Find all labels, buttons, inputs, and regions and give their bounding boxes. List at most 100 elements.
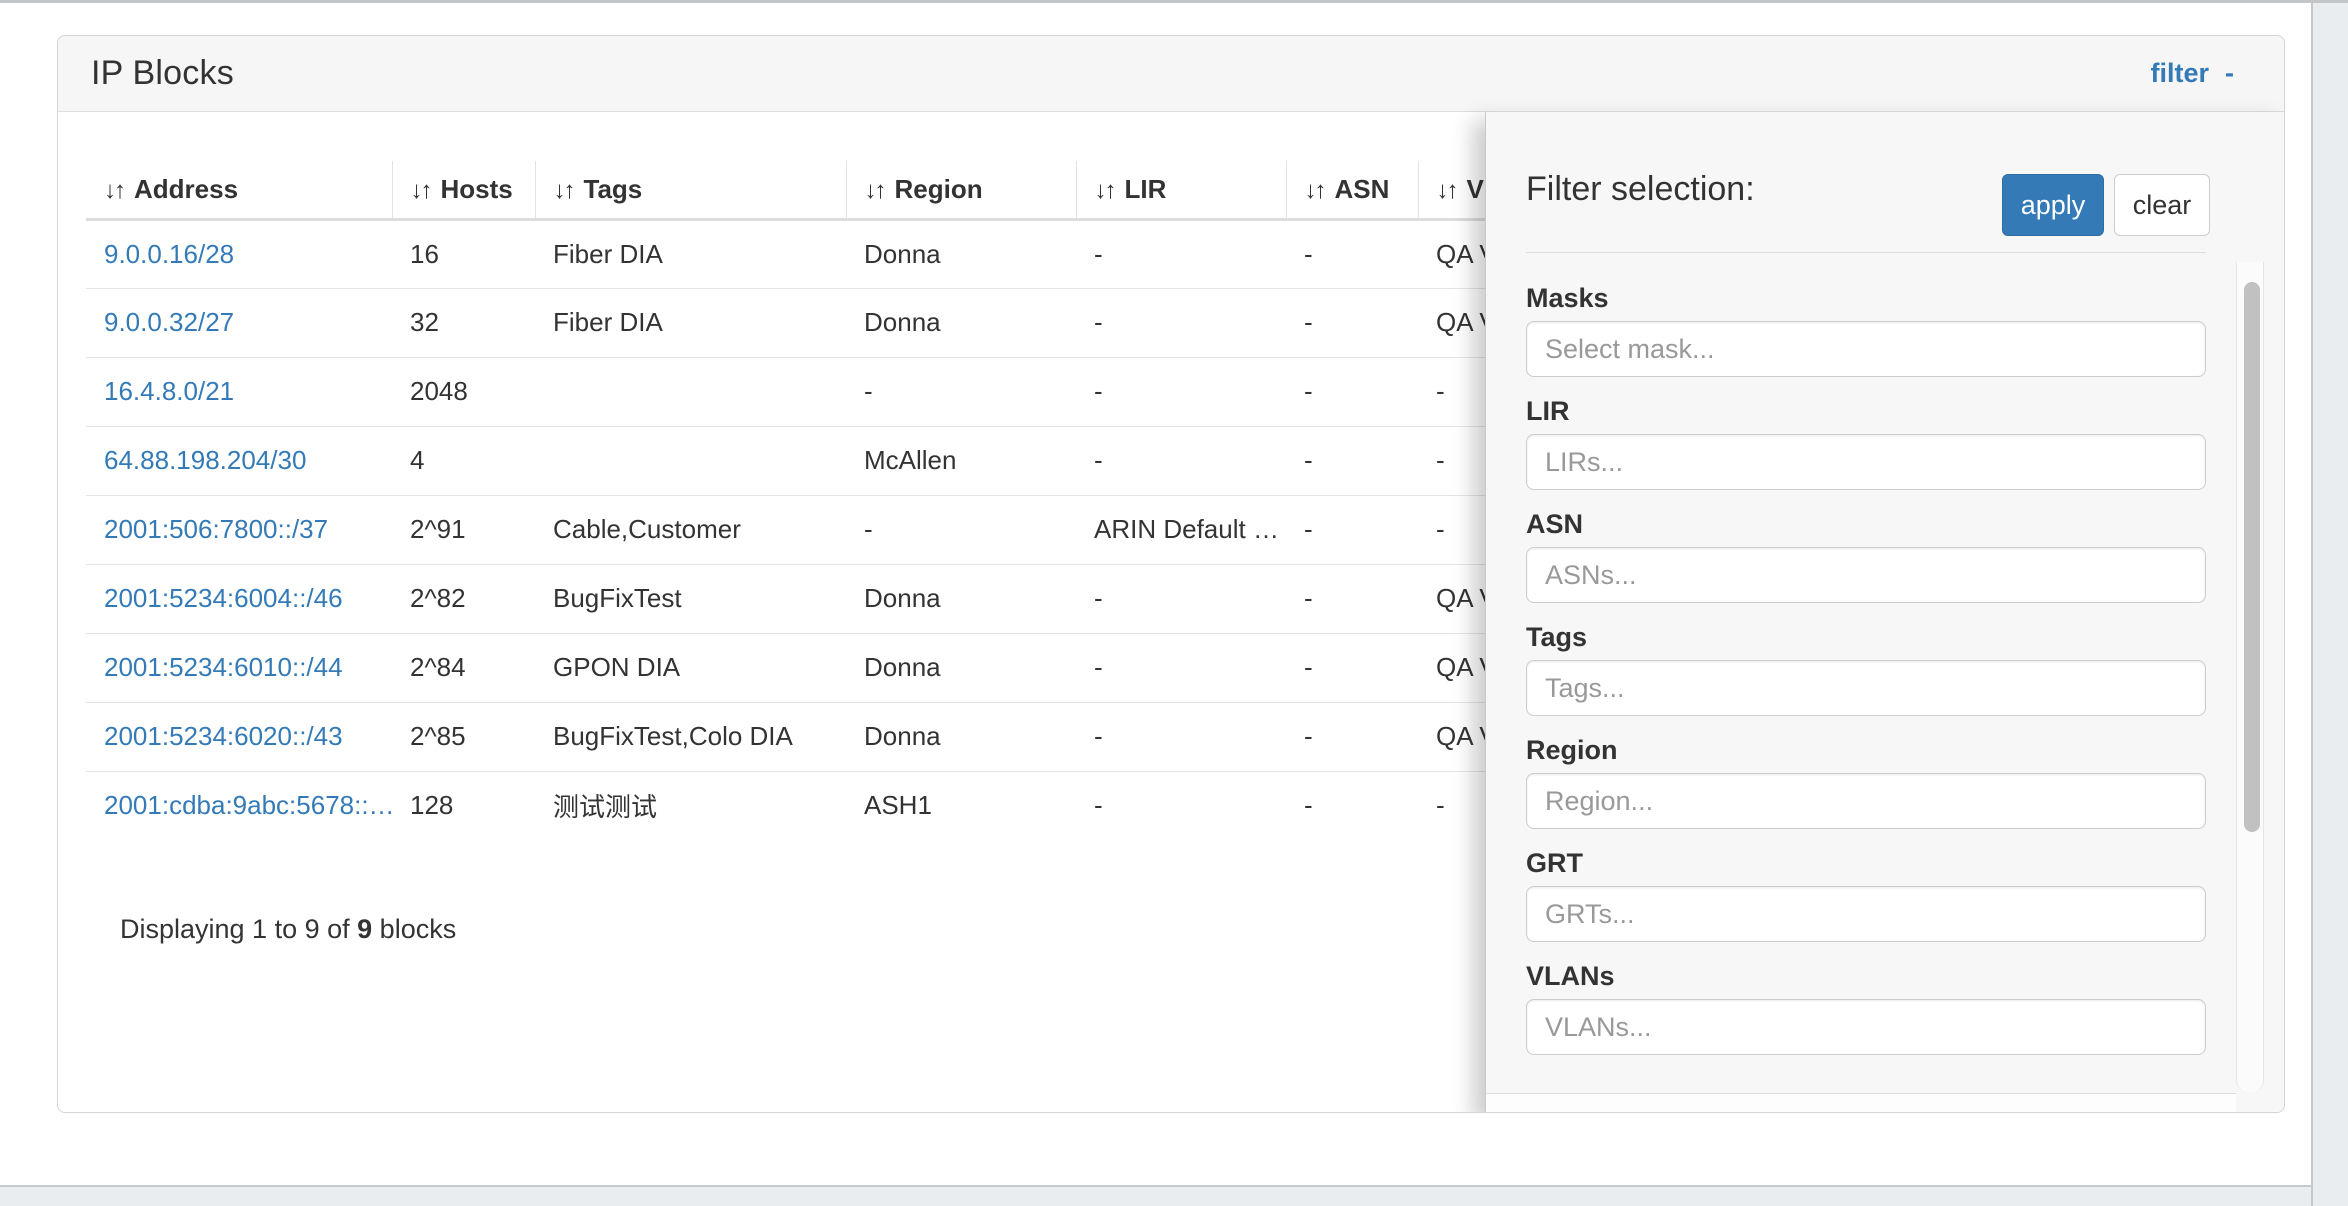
cell-tags [535, 357, 846, 426]
column-header[interactable]: ↓↑ Hosts [392, 161, 535, 219]
cell-lir: - [1076, 219, 1286, 288]
cell-region: Donna [846, 564, 1076, 633]
filter-field-label: GRT [1526, 849, 2206, 877]
address-link[interactable]: 2001:5234:6004::/46 [104, 583, 343, 613]
address-link[interactable]: 2001:506:7800::/37 [104, 514, 328, 544]
filter-field-input[interactable] [1526, 660, 2206, 716]
cell-asn: - [1286, 495, 1418, 564]
filter-fields: Masks LIR ASN Tags [1526, 284, 2206, 1075]
page-bottom-gutter [0, 1185, 2311, 1206]
sort-icon: ↓↑ [1095, 177, 1115, 204]
sort-icon: ↓↑ [865, 177, 885, 204]
cell-tags: BugFixTest,Colo DIA [535, 702, 846, 771]
column-header[interactable]: ↓↑ Tags [535, 161, 846, 219]
filter-field-label: VLANs [1526, 962, 2206, 990]
sort-icon: ↓↑ [1437, 177, 1457, 204]
cell-region: Donna [846, 633, 1076, 702]
filter-field-group: VLANs [1526, 962, 2206, 1055]
apply-button[interactable]: apply [2002, 174, 2104, 236]
cell-region: McAllen [846, 426, 1076, 495]
filter-field-group: Region [1526, 736, 2206, 829]
pagination-summary-suffix: blocks [372, 914, 456, 944]
cell-tags [535, 426, 846, 495]
cell-hosts: 32 [392, 288, 535, 357]
cell-address: 2001:5234:6010::/44 [86, 633, 392, 702]
cell-region: Donna [846, 288, 1076, 357]
cell-asn: - [1286, 288, 1418, 357]
collapse-minus-icon[interactable]: - [2225, 58, 2234, 89]
cell-hosts: 2^84 [392, 633, 535, 702]
cell-address: 9.0.0.32/27 [86, 288, 392, 357]
filter-field-input[interactable] [1526, 886, 2206, 942]
column-header[interactable]: ↓↑Region [846, 161, 1076, 219]
cell-address: 2001:506:7800::/37 [86, 495, 392, 564]
cell-address: 9.0.0.16/28 [86, 219, 392, 288]
filter-field-label: ASN [1526, 510, 2206, 538]
cell-region: - [846, 357, 1076, 426]
cell-tags: BugFixTest [535, 564, 846, 633]
filter-field-label: LIR [1526, 397, 2206, 425]
cell-hosts: 2^91 [392, 495, 535, 564]
cell-hosts: 2^85 [392, 702, 535, 771]
filter-panel-title: Filter selection: [1526, 170, 1755, 209]
filter-field-group: Tags [1526, 623, 2206, 716]
filter-panel: Filter selection: apply clear Masks LIR … [1485, 112, 2285, 1113]
cell-lir: - [1076, 771, 1286, 840]
cell-asn: - [1286, 426, 1418, 495]
address-link[interactable]: 2001:cdba:9abc:5678::… [104, 790, 392, 820]
sort-icon: ↓↑ [1305, 177, 1325, 204]
address-link[interactable]: 64.88.198.204/30 [104, 445, 306, 475]
cell-address: 16.4.8.0/21 [86, 357, 392, 426]
panel-divider [1526, 252, 2206, 253]
cell-tags: Cable,Customer [535, 495, 846, 564]
cell-asn: - [1286, 357, 1418, 426]
sort-icon: ↓↑ [554, 177, 574, 204]
cell-lir: - [1076, 633, 1286, 702]
address-link[interactable]: 2001:5234:6020::/43 [104, 721, 343, 751]
page-right-gutter [2311, 0, 2348, 1206]
cell-asn: - [1286, 633, 1418, 702]
filter-field-label: Region [1526, 736, 2206, 764]
cell-hosts: 16 [392, 219, 535, 288]
cell-lir: - [1076, 702, 1286, 771]
filter-field-input[interactable] [1526, 999, 2206, 1055]
filter-field-label: Tags [1526, 623, 2206, 651]
sort-icon: ↓↑ [411, 177, 431, 204]
filter-field-group: LIR [1526, 397, 2206, 490]
cell-lir: - [1076, 426, 1286, 495]
clear-button[interactable]: clear [2114, 174, 2210, 236]
column-header-label: Address [134, 174, 238, 204]
filter-field-group: ASN [1526, 510, 2206, 603]
column-header[interactable]: ↓↑ Address [86, 161, 392, 219]
address-link[interactable]: 2001:5234:6010::/44 [104, 652, 343, 682]
cell-address: 2001:cdba:9abc:5678::… [86, 771, 392, 840]
sort-icon: ↓↑ [104, 177, 124, 204]
window-top-edge [0, 0, 2348, 3]
cell-address: 2001:5234:6004::/46 [86, 564, 392, 633]
cell-address: 2001:5234:6020::/43 [86, 702, 392, 771]
address-link[interactable]: 9.0.0.32/27 [104, 307, 234, 337]
column-header[interactable]: ↓↑LIR [1076, 161, 1286, 219]
filter-field-input[interactable] [1526, 321, 2206, 377]
cell-hosts: 128 [392, 771, 535, 840]
cell-lir: - [1076, 357, 1286, 426]
filter-field-input[interactable] [1526, 773, 2206, 829]
filter-field-label: Masks [1526, 284, 2206, 312]
cell-region: Donna [846, 702, 1076, 771]
cell-asn: - [1286, 771, 1418, 840]
cell-tags: GPON DIA [535, 633, 846, 702]
filter-field-input[interactable] [1526, 434, 2206, 490]
cell-hosts: 4 [392, 426, 535, 495]
panel-scrollbar-thumb[interactable] [2244, 282, 2260, 832]
cell-asn: - [1286, 702, 1418, 771]
column-header[interactable]: ↓↑ASN [1286, 161, 1418, 219]
ip-blocks-card: IP Blocks filter - ↓↑Address [57, 35, 2285, 1113]
filter-field-input[interactable] [1526, 547, 2206, 603]
filter-link[interactable]: filter [2150, 58, 2209, 89]
column-header-label: Hosts [441, 174, 513, 204]
address-link[interactable]: 9.0.0.16/28 [104, 239, 234, 269]
pagination-summary-prefix: Displaying 1 to 9 of [120, 914, 357, 944]
address-link[interactable]: 16.4.8.0/21 [104, 376, 234, 406]
filter-toggle[interactable]: filter - [2150, 58, 2234, 89]
column-header-label: Tags [584, 174, 643, 204]
